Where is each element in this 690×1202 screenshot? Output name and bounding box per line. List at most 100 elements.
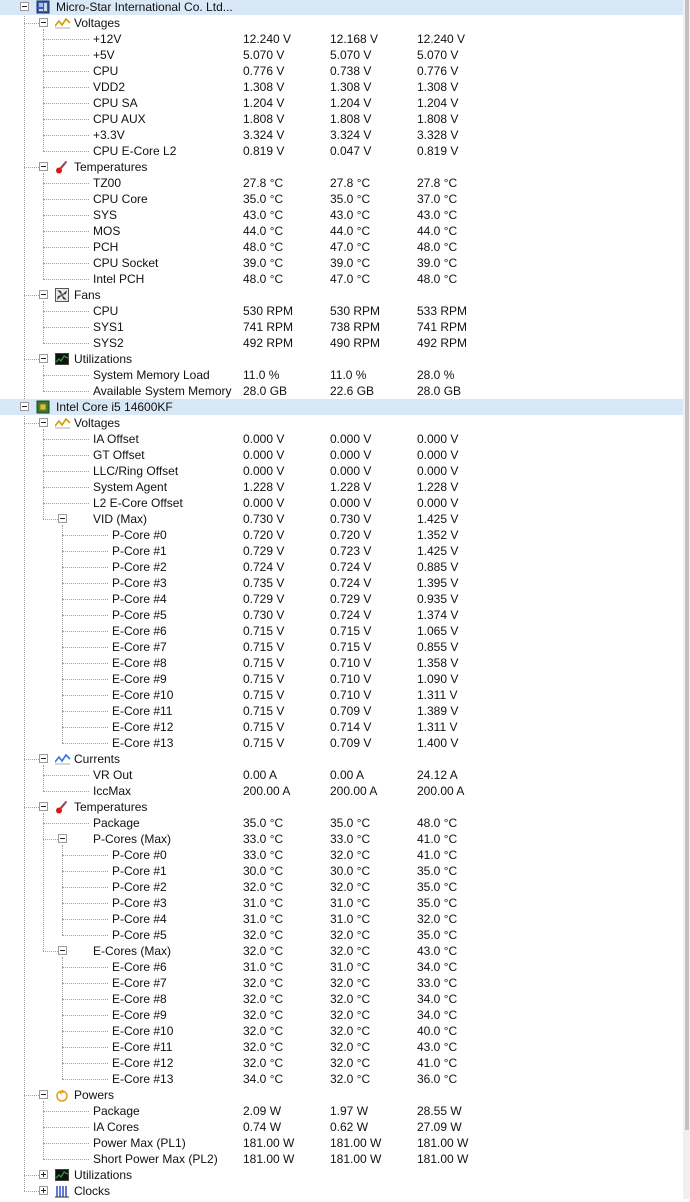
sensor-row-e-core-9[interactable]: E-Core #9 32.0 °C 32.0 °C 34.0 °C: [0, 1007, 683, 1023]
sensor-row-pch[interactable]: PCH 48.0 °C 47.0 °C 48.0 °C: [0, 239, 683, 255]
expand-plus-icon[interactable]: [39, 1170, 48, 1179]
sensor-row-p-core-1[interactable]: P-Core #1 30.0 °C 30.0 °C 35.0 °C: [0, 863, 683, 879]
tree-group-temperatures[interactable]: Temperatures: [0, 159, 683, 175]
sensor-row-package[interactable]: Package 35.0 °C 35.0 °C 48.0 °C: [0, 815, 683, 831]
collapse-minus-icon[interactable]: [20, 402, 29, 411]
tree-group-micro-star-international-co-ltd[interactable]: Micro-Star International Co. Ltd...: [0, 0, 683, 15]
sensor-row-intel-pch[interactable]: Intel PCH 48.0 °C 47.0 °C 48.0 °C: [0, 271, 683, 287]
sensor-row-iccmax[interactable]: IccMax 200.00 A 200.00 A 200.00 A: [0, 783, 683, 799]
scrollbar-thumb[interactable]: [685, 0, 689, 1130]
tree-group-intel-core-i5-14600kf[interactable]: Intel Core i5 14600KF: [0, 399, 683, 415]
sensor-row-ia-cores[interactable]: IA Cores 0.74 W 0.62 W 27.09 W: [0, 1119, 683, 1135]
sensor-row-vdd2[interactable]: VDD2 1.308 V 1.308 V 1.308 V: [0, 79, 683, 95]
tree-group-voltages[interactable]: Voltages: [0, 15, 683, 31]
min-value: 3.324 V: [330, 128, 372, 142]
sensor-row-cpu[interactable]: CPU 0.776 V 0.738 V 0.776 V: [0, 63, 683, 79]
sensor-row-e-core-7[interactable]: E-Core #7 32.0 °C 32.0 °C 33.0 °C: [0, 975, 683, 991]
sensor-row-cpu-aux[interactable]: CPU AUX 1.808 V 1.808 V 1.808 V: [0, 111, 683, 127]
min-value: 0.724 V: [330, 608, 372, 622]
tree-group-fans[interactable]: Fans: [0, 287, 683, 303]
sensor-row-tz00[interactable]: TZ00 27.8 °C 27.8 °C 27.8 °C: [0, 175, 683, 191]
sensor-row-p-core-2[interactable]: P-Core #2 0.724 V 0.724 V 0.885 V: [0, 559, 683, 575]
sensor-row-p-core-4[interactable]: P-Core #4 31.0 °C 31.0 °C 32.0 °C: [0, 911, 683, 927]
tree-group-utilizations[interactable]: Utilizations: [0, 1167, 683, 1183]
tree-group-clocks[interactable]: Clocks: [0, 1183, 683, 1199]
sensor-row-p-core-5[interactable]: P-Core #5 0.730 V 0.724 V 1.374 V: [0, 607, 683, 623]
sensor-row-available-system-memory[interactable]: Available System Memory 28.0 GB 22.6 GB 28.…: [0, 383, 683, 399]
sensor-label: MOS: [93, 224, 121, 238]
sensor-row-cpu[interactable]: CPU 530 RPM 530 RPM 533 RPM: [0, 303, 683, 319]
sensor-row-p-core-1[interactable]: P-Core #1 0.729 V 0.723 V 1.425 V: [0, 543, 683, 559]
sensor-row-e-core-12[interactable]: E-Core #12 0.715 V 0.714 V 1.311 V: [0, 719, 683, 735]
sensor-label: E-Core #7: [112, 640, 167, 654]
collapse-minus-icon[interactable]: [39, 1090, 48, 1099]
sensor-row-e-core-13[interactable]: E-Core #13 34.0 °C 32.0 °C 36.0 °C: [0, 1071, 683, 1087]
tree-group-temperatures[interactable]: Temperatures: [0, 799, 683, 815]
sensor-row-e-cores-max[interactable]: E-Cores (Max) 32.0 °C 32.0 °C 43.0 °C: [0, 943, 683, 959]
collapse-minus-icon[interactable]: [39, 418, 48, 427]
sensor-row-e-core-12[interactable]: E-Core #12 32.0 °C 32.0 °C 41.0 °C: [0, 1055, 683, 1071]
collapse-minus-icon[interactable]: [58, 834, 67, 843]
sensor-row-e-core-6[interactable]: E-Core #6 31.0 °C 31.0 °C 34.0 °C: [0, 959, 683, 975]
tree-group-currents[interactable]: Currents: [0, 751, 683, 767]
sensor-row-mos[interactable]: MOS 44.0 °C 44.0 °C 44.0 °C: [0, 223, 683, 239]
collapse-minus-icon[interactable]: [39, 290, 48, 299]
collapse-minus-icon[interactable]: [39, 162, 48, 171]
sensor-row-cpu-e-core-l2[interactable]: CPU E-Core L2 0.819 V 0.047 V 0.819 V: [0, 143, 683, 159]
expand-plus-icon[interactable]: [39, 1186, 48, 1195]
sensor-row-package[interactable]: Package 2.09 W 1.97 W 28.55 W: [0, 1103, 683, 1119]
sensor-row-l2-e-core-offset[interactable]: L2 E-Core Offset 0.000 V 0.000 V 0.000 V: [0, 495, 683, 511]
sensor-row-power-max-pl1[interactable]: Power Max (PL1) 181.00 W 181.00 W 181.00 W: [0, 1135, 683, 1151]
sensor-row-p-core-5[interactable]: P-Core #5 32.0 °C 32.0 °C 35.0 °C: [0, 927, 683, 943]
sensor-row-p-core-3[interactable]: P-Core #3 0.735 V 0.724 V 1.395 V: [0, 575, 683, 591]
sensor-row-e-core-11[interactable]: E-Core #11 32.0 °C 32.0 °C 43.0 °C: [0, 1039, 683, 1055]
tree-group-voltages[interactable]: Voltages: [0, 415, 683, 431]
sensor-row-p-core-0[interactable]: P-Core #0 0.720 V 0.720 V 1.352 V: [0, 527, 683, 543]
sensor-row-llc-ring-offset[interactable]: LLC/Ring Offset 0.000 V 0.000 V 0.000 V: [0, 463, 683, 479]
sensor-label: P-Core #2: [112, 560, 167, 574]
sensor-row-e-core-11[interactable]: E-Core #11 0.715 V 0.709 V 1.389 V: [0, 703, 683, 719]
sensor-row-short-power-max-pl2[interactable]: Short Power Max (PL2) 181.00 W 181.00 W 181…: [0, 1151, 683, 1167]
sensor-row-p-core-0[interactable]: P-Core #0 33.0 °C 32.0 °C 41.0 °C: [0, 847, 683, 863]
tree-group-utilizations[interactable]: Utilizations: [0, 351, 683, 367]
collapse-minus-icon[interactable]: [39, 18, 48, 27]
current-value: 2.09 W: [243, 1104, 282, 1118]
sensor-row-e-core-9[interactable]: E-Core #9 0.715 V 0.710 V 1.090 V: [0, 671, 683, 687]
collapse-minus-icon[interactable]: [39, 354, 48, 363]
collapse-minus-icon[interactable]: [39, 802, 48, 811]
sensor-row-cpu-sa[interactable]: CPU SA 1.204 V 1.204 V 1.204 V: [0, 95, 683, 111]
sensor-row-3-3v[interactable]: +3.3V 3.324 V 3.324 V 3.328 V: [0, 127, 683, 143]
tree-group-powers[interactable]: Powers: [0, 1087, 683, 1103]
sensor-row-vr-out[interactable]: VR Out 0.00 A 0.00 A 24.12 A: [0, 767, 683, 783]
collapse-minus-icon[interactable]: [20, 2, 29, 11]
sensor-row-ia-offset[interactable]: IA Offset 0.000 V 0.000 V 0.000 V: [0, 431, 683, 447]
sensor-row-gt-offset[interactable]: GT Offset 0.000 V 0.000 V 0.000 V: [0, 447, 683, 463]
sensor-row-sys[interactable]: SYS 43.0 °C 43.0 °C 43.0 °C: [0, 207, 683, 223]
sensor-row-system-memory-load[interactable]: System Memory Load 11.0 % 11.0 % 28.0 %: [0, 367, 683, 383]
sensor-row-e-core-8[interactable]: E-Core #8 0.715 V 0.710 V 1.358 V: [0, 655, 683, 671]
sensor-row-vid-max[interactable]: VID (Max) 0.730 V 0.730 V 1.425 V: [0, 511, 683, 527]
sensor-row-e-core-13[interactable]: E-Core #13 0.715 V 0.709 V 1.400 V: [0, 735, 683, 751]
sensor-row-12v[interactable]: +12V 12.240 V 12.168 V 12.240 V: [0, 31, 683, 47]
sensor-row-cpu-core[interactable]: CPU Core 35.0 °C 35.0 °C 37.0 °C: [0, 191, 683, 207]
sensor-row-p-core-2[interactable]: P-Core #2 32.0 °C 32.0 °C 35.0 °C: [0, 879, 683, 895]
sensor-row-e-core-8[interactable]: E-Core #8 32.0 °C 32.0 °C 34.0 °C: [0, 991, 683, 1007]
sensor-row-cpu-socket[interactable]: CPU Socket 39.0 °C 39.0 °C 39.0 °C: [0, 255, 683, 271]
sensor-row-e-core-10[interactable]: E-Core #10 0.715 V 0.710 V 1.311 V: [0, 687, 683, 703]
sensor-row-sys2[interactable]: SYS2 492 RPM 490 RPM 492 RPM: [0, 335, 683, 351]
sensor-row-e-core-10[interactable]: E-Core #10 32.0 °C 32.0 °C 40.0 °C: [0, 1023, 683, 1039]
sensor-row-e-core-7[interactable]: E-Core #7 0.715 V 0.715 V 0.855 V: [0, 639, 683, 655]
sensor-row-system-agent[interactable]: System Agent 1.228 V 1.228 V 1.228 V: [0, 479, 683, 495]
sensor-row-p-core-3[interactable]: P-Core #3 31.0 °C 31.0 °C 35.0 °C: [0, 895, 683, 911]
max-value: 3.328 V: [417, 128, 459, 142]
sensor-label: SYS: [93, 208, 118, 222]
collapse-minus-icon[interactable]: [58, 946, 67, 955]
sensor-row-5v[interactable]: +5V 5.070 V 5.070 V 5.070 V: [0, 47, 683, 63]
sensor-row-e-core-6[interactable]: E-Core #6 0.715 V 0.715 V 1.065 V: [0, 623, 683, 639]
collapse-minus-icon[interactable]: [39, 754, 48, 763]
sensor-row-sys1[interactable]: SYS1 741 RPM 738 RPM 741 RPM: [0, 319, 683, 335]
sensor-tree[interactable]: Micro-Star International Co. Ltd... Volta…: [0, 0, 690, 1199]
sensor-row-p-cores-max[interactable]: P-Cores (Max) 33.0 °C 33.0 °C 41.0 °C: [0, 831, 683, 847]
sensor-row-p-core-4[interactable]: P-Core #4 0.729 V 0.729 V 0.935 V: [0, 591, 683, 607]
collapse-minus-icon[interactable]: [58, 514, 67, 523]
